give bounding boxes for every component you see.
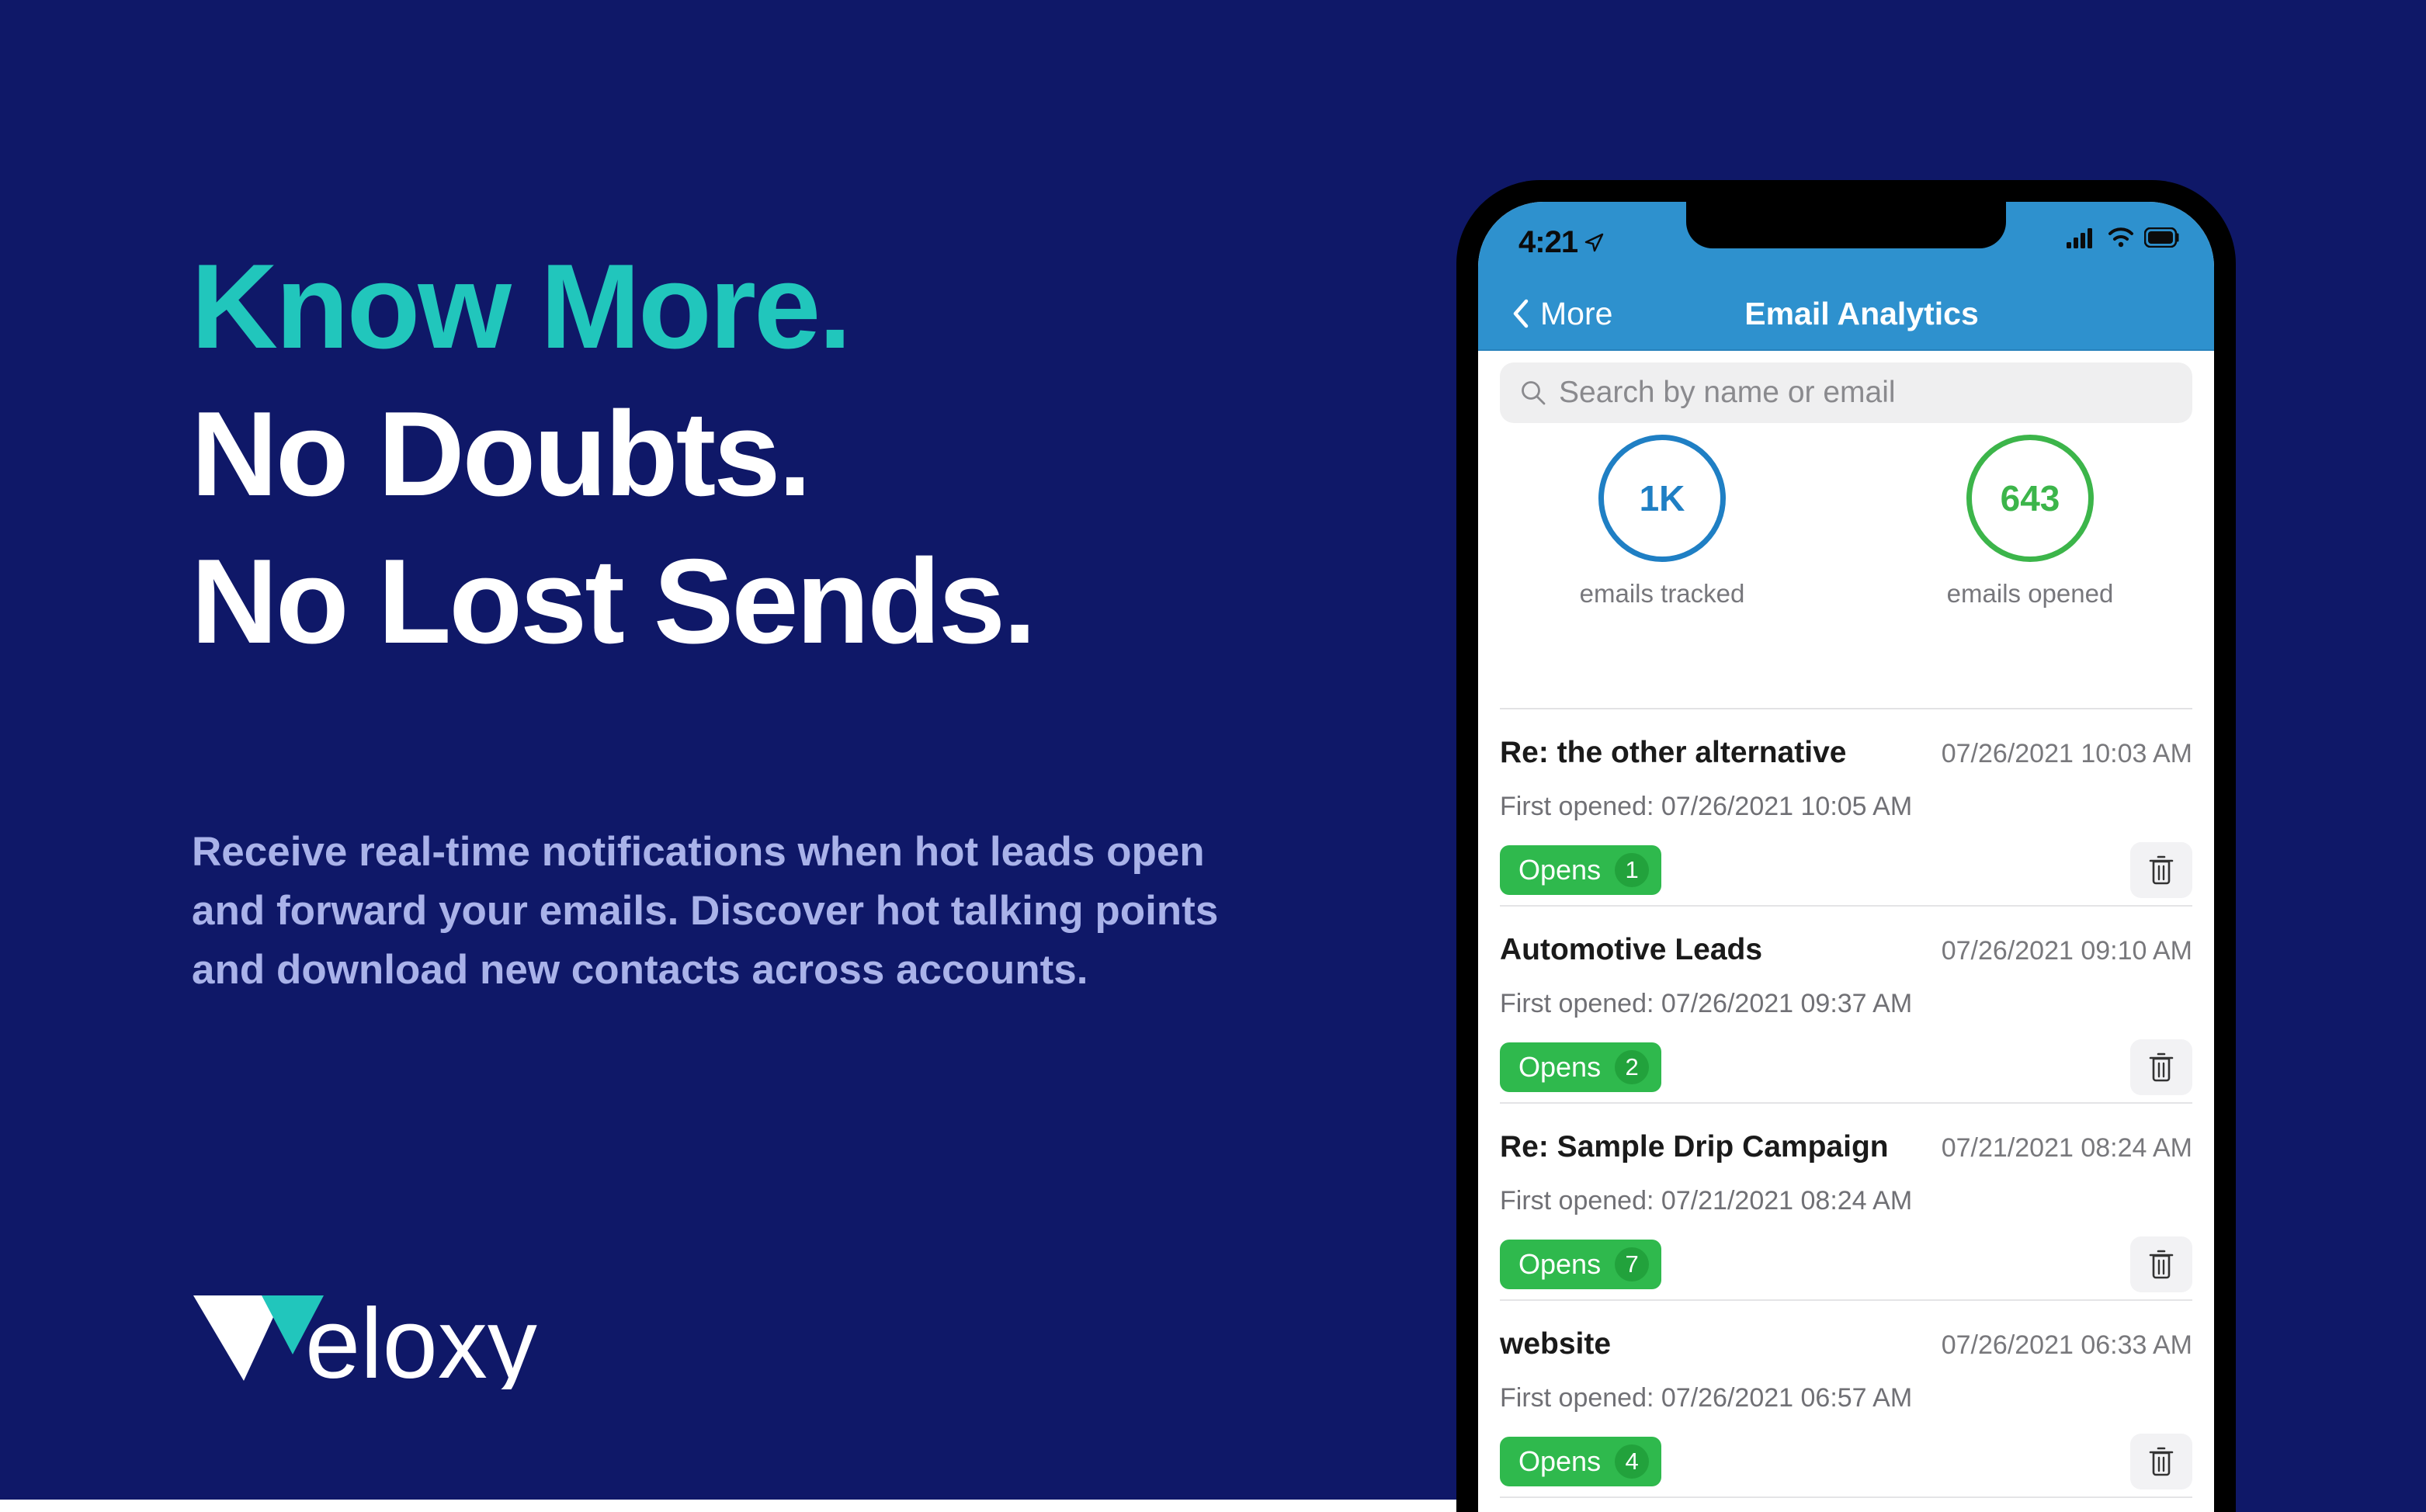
email-first-opened: First opened: 07/26/2021 06:57 AM [1500,1383,1913,1413]
back-button[interactable]: More [1512,276,1612,351]
email-first-opened: First opened: 07/21/2021 08:24 AM [1500,1186,1913,1215]
email-sent-date: 07/26/2021 10:03 AM [1941,739,2192,768]
navy-background-left [0,0,1471,1500]
search-placeholder: Search by name or email [1559,376,1896,409]
phone-mockup: 4:21 Email Analytics More Search by name… [1456,180,2236,1512]
email-sent-date: 07/26/2021 06:33 AM [1941,1330,2192,1360]
trash-icon [2149,855,2174,885]
opens-label: Opens [1518,1051,1602,1083]
headline-block: Know More. No Doubts. No Lost Sends. [191,233,1355,675]
body-copy: Receive real-time notifications when hot… [192,823,1333,1000]
opens-count: 2 [1615,1050,1650,1084]
opens-count: 1 [1615,853,1650,887]
delete-button[interactable] [2130,1236,2192,1292]
delete-button[interactable] [2130,1039,2192,1095]
stat-value-ring: 1K [1598,435,1726,562]
email-analytics-list: Re: the other alternative 07/26/2021 10:… [1478,709,2214,1498]
email-first-opened: First opened: 07/26/2021 09:37 AM [1500,989,1913,1018]
phone-notch [1686,202,2006,248]
search-icon [1522,381,1546,405]
veloxy-logo: eloxy [192,1285,595,1389]
row-separator [1500,1496,2192,1498]
trash-icon [2149,1447,2174,1476]
row-header: Automotive Leads 07/26/2021 09:10 AM [1500,907,2192,967]
email-subject: website [1500,1327,1612,1361]
cellular-signal-icon [2067,228,2092,248]
promo-graphic: Know More. No Doubts. No Lost Sends. Rec… [0,0,2426,1512]
headline-line-3: No Lost Sends. [191,534,1036,668]
row-actions: Opens 7 [1500,1236,2192,1292]
status-bar-indicators [2067,227,2180,248]
headline-line-1: Know More. [191,239,852,373]
delete-button[interactable] [2130,842,2192,898]
opens-count: 7 [1615,1247,1650,1281]
opens-label: Opens [1518,1445,1602,1477]
opens-badge[interactable]: Opens 1 [1500,845,1662,895]
location-arrow-icon [1584,233,1604,251]
phone-screen: 4:21 Email Analytics More Search by name… [1478,202,2214,1512]
stat-label: emails opened [1946,579,2114,608]
trash-icon [2149,1250,2174,1279]
stat-value: 643 [2000,478,2060,518]
headline-line-2: No Doubts. [191,387,812,521]
body-copy-line-2: and forward your emails. Discover hot ta… [192,888,1219,934]
svg-text:eloxy: eloxy [305,1288,537,1389]
opens-label: Opens [1518,854,1602,886]
opens-badge[interactable]: Opens 7 [1500,1240,1662,1289]
email-subject: Automotive Leads [1500,933,1763,966]
stat-value: 1K [1639,478,1685,518]
delete-button[interactable] [2130,1434,2192,1489]
battery-icon [2144,227,2179,248]
status-bar-time: 4:21 [1518,225,1578,259]
row-header: Re: Sample Drip Campaign 07/21/2021 08:2… [1500,1104,2192,1164]
status-bar-time-group: 4:21 [1518,225,1604,260]
bottom-white-strip [0,1500,1471,1512]
wifi-icon [2108,227,2133,248]
row-header: Re: the other alternative 07/26/2021 10:… [1500,709,2192,770]
search-bar-container: Search by name or email [1478,351,2214,435]
stats-row: 1K emails tracked 643 emails opened [1478,435,2214,608]
table-row[interactable]: Re: Sample Drip Campaign 07/21/2021 08:2… [1478,1104,2214,1301]
veloxy-logo-icon: eloxy [193,1288,537,1389]
opens-count: 4 [1615,1444,1650,1479]
email-sent-date: 07/26/2021 09:10 AM [1941,936,2192,966]
table-row[interactable]: website 07/26/2021 06:33 AM First opened… [1478,1301,2214,1498]
search-input[interactable]: Search by name or email [1500,362,2192,423]
row-actions: Opens 4 [1500,1434,2192,1489]
email-first-opened: First opened: 07/26/2021 10:05 AM [1500,792,1913,821]
table-row[interactable]: Re: the other alternative 07/26/2021 10:… [1478,709,2214,907]
nav-bar: Email Analytics More [1478,276,2214,351]
status-bar: 4:21 [1478,202,2214,276]
stat-label: emails tracked [1579,579,1745,608]
back-button-label: More [1540,295,1613,331]
email-sent-date: 07/21/2021 08:24 AM [1941,1133,2192,1163]
opens-badge[interactable]: Opens 2 [1500,1042,1662,1092]
chevron-left-icon [1513,299,1529,328]
opens-badge[interactable]: Opens 4 [1500,1437,1662,1486]
opens-label: Opens [1518,1248,1602,1280]
row-actions: Opens 2 [1500,1039,2192,1095]
table-row[interactable]: Automotive Leads 07/26/2021 09:10 AM Fir… [1478,907,2214,1104]
row-actions: Opens 1 [1500,842,2192,898]
email-subject: Re: Sample Drip Campaign [1500,1130,1889,1163]
stat-emails-tracked: 1K emails tracked [1546,435,1779,609]
body-copy-line-3: and download new contacts across account… [192,947,1088,993]
body-copy-line-1: Receive real-time notifications when hot… [192,829,1205,875]
stat-value-ring: 643 [1966,435,2094,562]
email-subject: Re: the other alternative [1500,736,1847,769]
row-header: website 07/26/2021 06:33 AM [1500,1301,2192,1361]
trash-icon [2149,1053,2174,1082]
stat-emails-opened: 643 emails opened [1914,435,2147,609]
